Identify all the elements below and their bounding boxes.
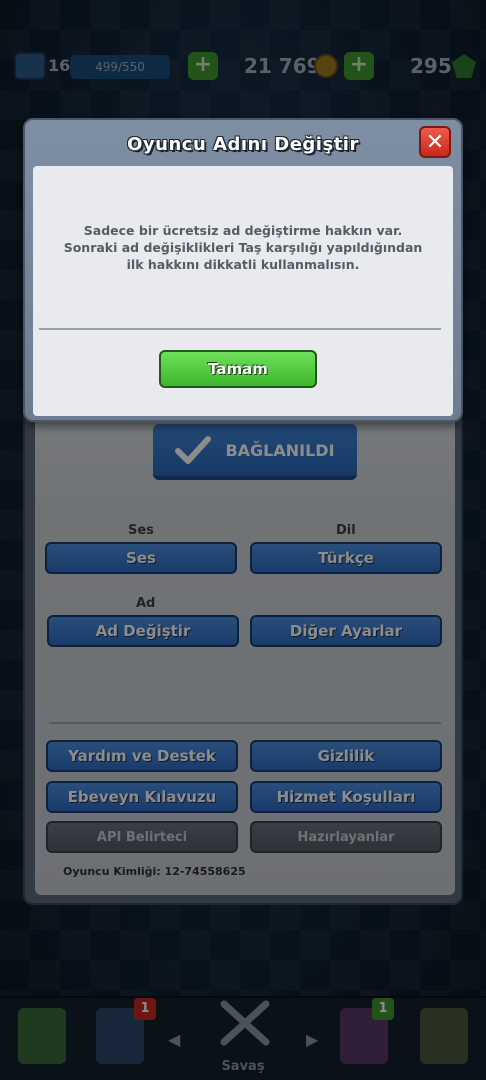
change-name-modal: Oyuncu Adını Değiştir ✕ Sadece bir ücret… bbox=[23, 118, 463, 422]
modal-body: Sadece bir ücretsiz ad değiştirme hakkın… bbox=[33, 166, 453, 416]
modal-message: Sadece bir ücretsiz ad değiştirme hakkın… bbox=[63, 223, 423, 272]
modal-divider bbox=[39, 328, 441, 330]
close-icon[interactable]: ✕ bbox=[419, 126, 451, 158]
modal-title: Oyuncu Adını Değiştir bbox=[127, 134, 359, 155]
ok-button[interactable]: Tamam bbox=[159, 350, 317, 388]
